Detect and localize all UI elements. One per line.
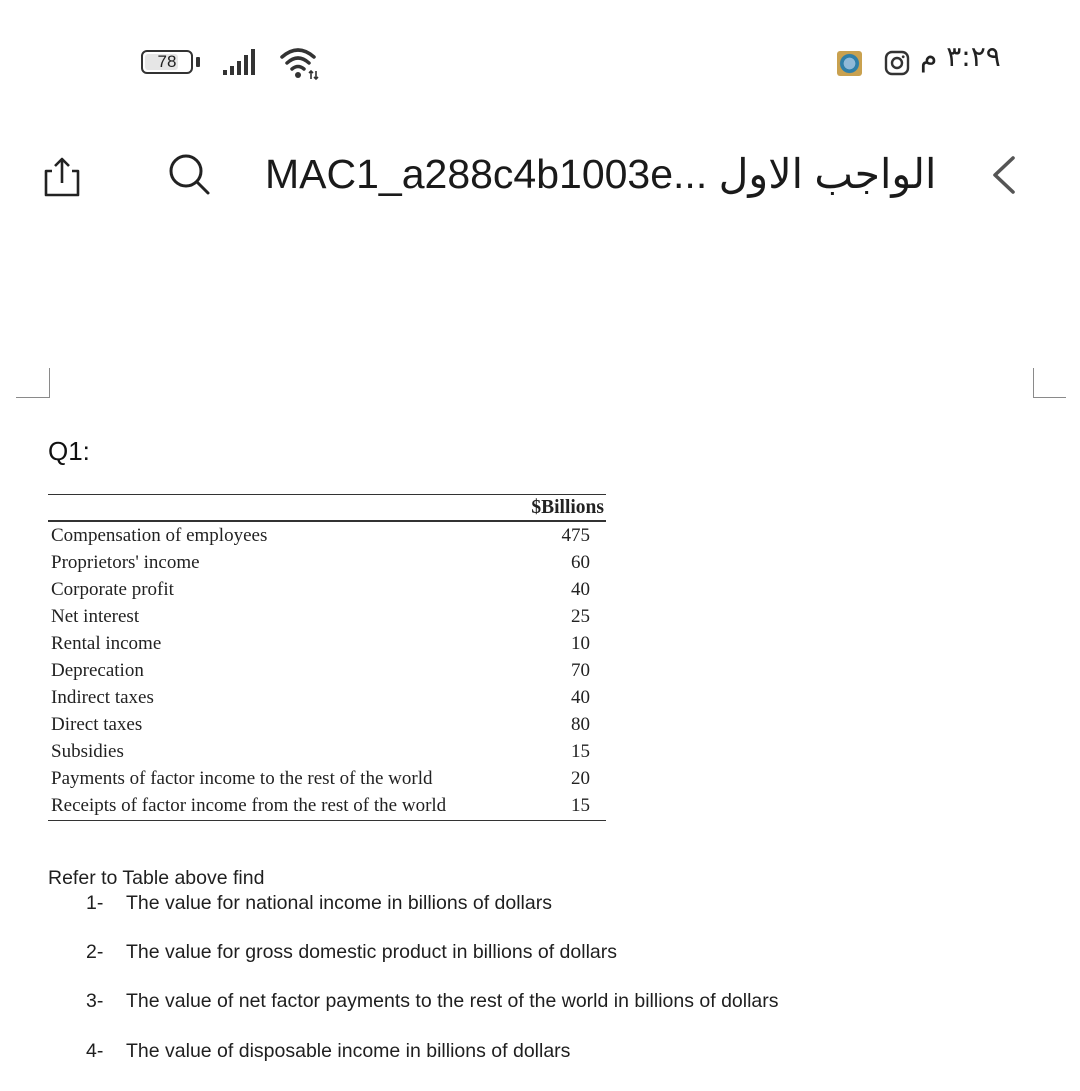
row-label: Compensation of employees bbox=[51, 524, 268, 546]
row-label: Payments of factor income to the rest of… bbox=[51, 767, 433, 789]
row-label: Direct taxes bbox=[51, 713, 143, 735]
table-bottom-rule bbox=[48, 820, 606, 821]
question-text: The value for national income in billion… bbox=[126, 892, 552, 914]
app-badge-icon bbox=[837, 51, 862, 76]
question-text: The value of disposable income in billio… bbox=[126, 1040, 571, 1062]
row-label: Subsidies bbox=[51, 740, 124, 762]
table-row: Indirect taxes 40 bbox=[48, 684, 606, 711]
wifi-icon bbox=[280, 48, 319, 81]
table-row: Deprecation 70 bbox=[48, 657, 606, 684]
table-row: Net interest 25 bbox=[48, 603, 606, 630]
row-value: 70 bbox=[571, 659, 590, 681]
row-label: Indirect taxes bbox=[51, 686, 154, 708]
table-row: Compensation of employees 475 bbox=[48, 522, 606, 549]
share-icon[interactable] bbox=[40, 155, 84, 199]
question-item: 3- The value of net factor payments to th… bbox=[86, 990, 779, 1013]
status-bar: 78 ٣:٢٩ م bbox=[0, 0, 1080, 90]
row-label: Rental income bbox=[51, 632, 162, 654]
question-item: 4- The value of disposable income in bill… bbox=[86, 1040, 570, 1063]
row-value: 25 bbox=[571, 605, 590, 627]
question-item: 1- The value for national income in billi… bbox=[86, 892, 552, 915]
row-label: Net interest bbox=[51, 605, 140, 627]
instructions-text: Refer to Table above find bbox=[48, 867, 265, 889]
table-body: Compensation of employees 475 Proprietors'… bbox=[48, 522, 606, 819]
row-label: Deprecation bbox=[51, 659, 144, 681]
row-value: 60 bbox=[571, 551, 590, 573]
page-corner-mark-left bbox=[16, 368, 50, 398]
row-value: 475 bbox=[561, 524, 591, 546]
battery-icon: 78 bbox=[141, 50, 193, 74]
battery-tip bbox=[196, 57, 200, 67]
income-data-table: $Billions Compensation of employees 475 Pr… bbox=[48, 494, 606, 821]
page-corner-mark-right bbox=[1033, 368, 1066, 398]
question-item: 2- The value for gross domestic product i… bbox=[86, 941, 617, 964]
table-row: Proprietors' income 60 bbox=[48, 549, 606, 576]
question-text: The value for gross domestic product in … bbox=[126, 941, 617, 963]
row-value: 10 bbox=[571, 632, 590, 654]
table-header: $Billions bbox=[48, 495, 606, 522]
row-label: Proprietors' income bbox=[51, 551, 200, 573]
table-row: Rental income 10 bbox=[48, 630, 606, 657]
row-value: 15 bbox=[571, 740, 590, 762]
status-time: ٣:٢٩ م bbox=[920, 40, 1001, 73]
question-number: 2- bbox=[86, 941, 104, 963]
instagram-icon bbox=[884, 50, 910, 76]
back-chevron-icon[interactable] bbox=[985, 152, 1021, 198]
table-row: Payments of factor income to the rest of… bbox=[48, 765, 606, 792]
row-value: 40 bbox=[571, 578, 590, 600]
signal-icon bbox=[223, 49, 255, 75]
row-value: 40 bbox=[571, 686, 590, 708]
table-row: Corporate profit 40 bbox=[48, 576, 606, 603]
row-label: Receipts of factor income from the rest … bbox=[51, 794, 447, 816]
row-label: Corporate profit bbox=[51, 578, 174, 600]
table-row: Receipts of factor income from the rest … bbox=[48, 792, 606, 819]
search-icon[interactable] bbox=[165, 150, 215, 200]
row-value: 15 bbox=[571, 794, 590, 816]
question-number: 3- bbox=[86, 990, 104, 1012]
table-row: Direct taxes 80 bbox=[48, 711, 606, 738]
row-value: 20 bbox=[571, 767, 590, 789]
column-header-billions: $Billions bbox=[531, 496, 604, 518]
question-label: Q1: bbox=[48, 436, 90, 466]
table-row: Subsidies 15 bbox=[48, 738, 606, 765]
row-value: 80 bbox=[571, 713, 590, 735]
battery-level: 78 bbox=[157, 52, 177, 71]
document-title: MAC1_a288c4b1003e... الواجب الاول bbox=[265, 151, 937, 197]
question-number: 4- bbox=[86, 1040, 104, 1062]
question-text: The value of net factor payments to the … bbox=[126, 990, 779, 1012]
question-number: 1- bbox=[86, 892, 104, 914]
